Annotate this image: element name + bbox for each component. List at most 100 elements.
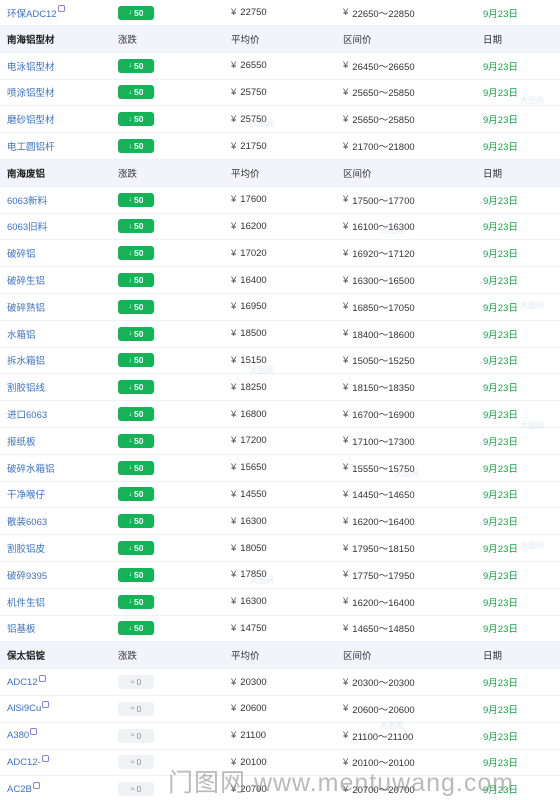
product-name-cell: 6063新料 [7,187,117,213]
product-link[interactable]: 6063新料 [7,193,47,207]
currency-symbol: ¥ [343,408,349,420]
product-link[interactable]: 电泳铝型材 [7,59,55,73]
currency-symbol: ¥ [231,515,237,527]
change-value: 50 [134,543,144,554]
product-link[interactable]: 破碎水箱铝 [7,461,55,475]
date-cell: 9月23日 [483,321,553,347]
column-header-date: 日期 [483,642,553,668]
product-name-cell: 6063旧料 [7,214,117,240]
date-cell: 9月23日 [483,669,553,695]
column-header-date: 日期 [483,26,553,52]
currency-symbol: ¥ [343,569,349,581]
table-row: 破碎9395 ↓ 50 ¥17850 ¥17750～17950 9月23日 [0,562,560,589]
date-cell: 9月23日 [483,106,553,132]
avg-price-cell: ¥17020 [231,240,341,266]
column-header-change-label: 涨跌 [118,168,138,180]
column-header-date: 日期 [483,160,553,186]
table-row: 6063新料 ↓ 50 ¥17600 ¥17500～17700 9月23日 [0,187,560,214]
date-value: 9月23日 [483,410,518,422]
currency-symbol: ¥ [343,194,349,206]
change-cell: ≈0 [118,723,228,749]
currency-symbol: ¥ [231,328,237,340]
date-cell: 9月23日 [483,294,553,320]
product-link[interactable]: 喷涂铝型材 [7,85,55,99]
change-badge: ↓ 50 [118,112,154,127]
product-link[interactable]: 环保ADC12 [7,6,57,20]
currency-symbol: ¥ [231,220,237,232]
change-value: 0 [136,757,142,768]
product-link[interactable]: 进口6063 [7,407,47,421]
product-link[interactable]: 割胶铝皮 [7,541,45,555]
currency-symbol: ¥ [343,301,349,313]
down-arrow-icon: ↓ [128,276,133,284]
product-link[interactable]: 割胶铝线 [7,380,45,394]
section-header-row: 南海废铝 涨跌 平均价 区间价 日期 [0,159,560,187]
date-cell: 9月23日 [483,240,553,266]
currency-symbol: ¥ [343,488,349,500]
product-link[interactable]: 干净喉仔 [7,487,45,501]
product-link[interactable]: 机件生铝 [7,595,45,609]
table-row: 机件生铝 ↓ 50 ¥16300 ¥16200～16400 9月23日 [0,589,560,616]
product-link[interactable]: 破碎熟铝 [7,300,45,314]
product-link[interactable]: ADC12- [7,757,41,768]
avg-price: 14550 [240,488,267,500]
product-link[interactable]: 破碎生铝 [7,273,45,287]
avg-price: 26550 [240,60,267,72]
currency-symbol: ¥ [343,86,349,98]
avg-price-cell: ¥21750 [231,133,341,159]
change-value: 50 [134,409,144,420]
change-cell: ↓ 50 [118,294,228,320]
avg-price: 16300 [240,596,267,608]
change-cell: ↓ 50 [118,374,228,400]
currency-symbol: ¥ [231,783,237,795]
currency-symbol: ¥ [231,113,237,125]
section-title: 保太铝锭 [7,642,117,668]
product-name-cell: 铝基板 [7,616,117,642]
currency-symbol: ¥ [231,60,237,72]
product-link[interactable]: AC2B [7,784,32,795]
range-price-cell: ¥21100～21100 [343,723,483,749]
avg-price: 25750 [240,113,267,125]
avg-price: 16300 [240,515,267,527]
product-link[interactable]: 破碎9395 [7,568,47,582]
down-arrow-icon: ↓ [128,544,133,552]
table-row: 磨砂铝型材 ↓ 50 ¥25750 ¥25650～25850 9月23日 [0,106,560,134]
flat-icon: ≈ [130,732,135,740]
range-price-cell: ¥20600～20600 [343,696,483,722]
product-link[interactable]: 散装6063 [7,514,47,528]
product-link[interactable]: 铝基板 [7,621,36,635]
product-link[interactable]: ADC12 [7,677,38,688]
range-price-cell: ¥17500～17700 [343,187,483,213]
avg-price: 18500 [240,328,267,340]
product-link[interactable]: 磨砂铝型材 [7,112,55,126]
avg-price-cell: ¥21100 [231,723,341,749]
avg-price-cell: ¥20700 [231,776,341,800]
down-arrow-icon: ↓ [128,222,133,230]
product-link[interactable]: 6063旧料 [7,219,47,233]
product-link[interactable]: 拆水箱铝 [7,353,45,367]
product-link[interactable]: 破碎铝 [7,246,36,260]
date-value: 9月23日 [483,8,518,20]
product-link[interactable]: 水箱铝 [7,327,36,341]
product-link[interactable]: A380 [7,730,29,741]
change-value: 0 [136,703,142,714]
product-link[interactable]: 电工圆铝杆 [7,139,55,153]
avg-price-cell: ¥20300 [231,669,341,695]
change-value: 50 [134,87,144,98]
change-value: 0 [136,677,142,688]
date-value: 9月23日 [483,785,518,797]
column-header-avg-label: 平均价 [231,168,260,180]
change-value: 50 [134,141,144,152]
currency-symbol: ¥ [231,703,237,715]
change-cell: ↓ 50 [118,562,228,588]
product-link[interactable]: AlSi9Cu [7,703,41,714]
currency-symbol: ¥ [343,435,349,447]
currency-symbol: ¥ [343,328,349,340]
change-value: 50 [134,516,144,527]
date-cell: 9月23日 [483,616,553,642]
change-cell: ≈0 [118,750,228,776]
product-link[interactable]: 报纸板 [7,434,36,448]
currency-symbol: ¥ [231,462,237,474]
date-cell: 9月23日 [483,0,553,25]
range-price-cell: ¥17100～17300 [343,428,483,454]
